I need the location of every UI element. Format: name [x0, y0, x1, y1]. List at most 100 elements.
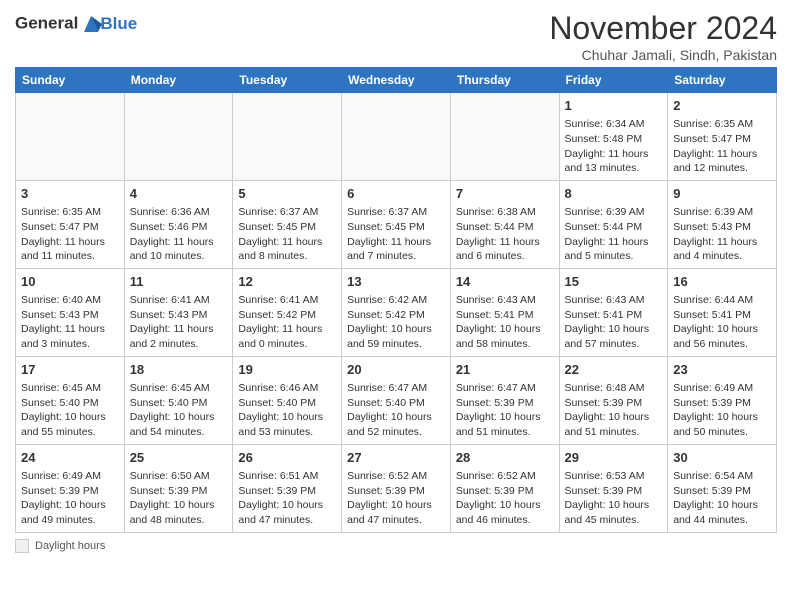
day-info: Sunrise: 6:49 AM: [673, 381, 771, 396]
day-number: 2: [673, 97, 771, 115]
day-info: Sunrise: 6:54 AM: [673, 469, 771, 484]
day-info: Sunrise: 6:36 AM: [130, 205, 228, 220]
calendar-cell: 20Sunrise: 6:47 AMSunset: 5:40 PMDayligh…: [342, 356, 451, 444]
day-number: 12: [238, 273, 336, 291]
day-info: Daylight: 11 hours and 12 minutes.: [673, 147, 771, 176]
title-block: November 2024 Chuhar Jamali, Sindh, Paki…: [549, 10, 777, 63]
day-info: Sunset: 5:39 PM: [673, 484, 771, 499]
logo-general: General: [15, 13, 78, 32]
calendar-cell: 10Sunrise: 6:40 AMSunset: 5:43 PMDayligh…: [16, 268, 125, 356]
day-info: Daylight: 10 hours and 47 minutes.: [347, 498, 445, 527]
day-info: Sunset: 5:43 PM: [130, 308, 228, 323]
calendar-header-row: Sunday Monday Tuesday Wednesday Thursday…: [16, 68, 777, 93]
calendar-cell: [233, 93, 342, 181]
calendar-cell: 22Sunrise: 6:48 AMSunset: 5:39 PMDayligh…: [559, 356, 668, 444]
day-number: 4: [130, 185, 228, 203]
day-number: 30: [673, 449, 771, 467]
day-number: 21: [456, 361, 554, 379]
logo-icon: [80, 14, 102, 34]
day-info: Sunrise: 6:48 AM: [565, 381, 663, 396]
day-number: 29: [565, 449, 663, 467]
logo: General Blue: [15, 14, 137, 34]
day-number: 17: [21, 361, 119, 379]
day-info: Daylight: 10 hours and 55 minutes.: [21, 410, 119, 439]
day-number: 7: [456, 185, 554, 203]
day-info: Daylight: 11 hours and 3 minutes.: [21, 322, 119, 351]
day-number: 24: [21, 449, 119, 467]
day-info: Sunset: 5:39 PM: [456, 396, 554, 411]
day-info: Daylight: 11 hours and 7 minutes.: [347, 235, 445, 264]
day-info: Sunset: 5:45 PM: [347, 220, 445, 235]
calendar-table: Sunday Monday Tuesday Wednesday Thursday…: [15, 67, 777, 533]
day-info: Sunrise: 6:43 AM: [565, 293, 663, 308]
day-number: 5: [238, 185, 336, 203]
legend-box: [15, 539, 29, 553]
calendar-cell: 21Sunrise: 6:47 AMSunset: 5:39 PMDayligh…: [450, 356, 559, 444]
day-number: 11: [130, 273, 228, 291]
day-info: Daylight: 11 hours and 0 minutes.: [238, 322, 336, 351]
day-number: 23: [673, 361, 771, 379]
day-number: 6: [347, 185, 445, 203]
day-info: Sunrise: 6:37 AM: [238, 205, 336, 220]
day-number: 22: [565, 361, 663, 379]
day-info: Sunrise: 6:51 AM: [238, 469, 336, 484]
day-info: Sunset: 5:39 PM: [565, 484, 663, 499]
calendar-cell: 6Sunrise: 6:37 AMSunset: 5:45 PMDaylight…: [342, 180, 451, 268]
day-info: Sunrise: 6:40 AM: [21, 293, 119, 308]
day-info: Sunrise: 6:38 AM: [456, 205, 554, 220]
day-info: Sunset: 5:42 PM: [238, 308, 336, 323]
day-info: Daylight: 10 hours and 51 minutes.: [456, 410, 554, 439]
day-info: Sunrise: 6:34 AM: [565, 117, 663, 132]
day-number: 14: [456, 273, 554, 291]
day-info: Sunset: 5:40 PM: [21, 396, 119, 411]
calendar-cell: [450, 93, 559, 181]
day-number: 9: [673, 185, 771, 203]
day-info: Sunrise: 6:35 AM: [21, 205, 119, 220]
day-info: Sunrise: 6:47 AM: [347, 381, 445, 396]
calendar-cell: 26Sunrise: 6:51 AMSunset: 5:39 PMDayligh…: [233, 444, 342, 532]
day-info: Sunset: 5:39 PM: [565, 396, 663, 411]
calendar-cell: 11Sunrise: 6:41 AMSunset: 5:43 PMDayligh…: [124, 268, 233, 356]
col-sunday: Sunday: [16, 68, 125, 93]
day-info: Sunset: 5:46 PM: [130, 220, 228, 235]
day-info: Daylight: 11 hours and 10 minutes.: [130, 235, 228, 264]
day-number: 10: [21, 273, 119, 291]
col-tuesday: Tuesday: [233, 68, 342, 93]
calendar-cell: 1Sunrise: 6:34 AMSunset: 5:48 PMDaylight…: [559, 93, 668, 181]
day-info: Sunrise: 6:44 AM: [673, 293, 771, 308]
day-info: Sunrise: 6:42 AM: [347, 293, 445, 308]
calendar-cell: [124, 93, 233, 181]
calendar-cell: 2Sunrise: 6:35 AMSunset: 5:47 PMDaylight…: [668, 93, 777, 181]
calendar-week-1: 1Sunrise: 6:34 AMSunset: 5:48 PMDaylight…: [16, 93, 777, 181]
day-info: Sunset: 5:39 PM: [130, 484, 228, 499]
day-info: Sunrise: 6:39 AM: [673, 205, 771, 220]
calendar-cell: 23 Sunrise: 6:49 AMSunset: 5:39 PMDayligh…: [668, 356, 777, 444]
col-saturday: Saturday: [668, 68, 777, 93]
calendar-cell: 30Sunrise: 6:54 AMSunset: 5:39 PMDayligh…: [668, 444, 777, 532]
day-info: Sunrise: 6:52 AM: [456, 469, 554, 484]
day-info: Sunset: 5:47 PM: [21, 220, 119, 235]
calendar-cell: 13Sunrise: 6:42 AMSunset: 5:42 PMDayligh…: [342, 268, 451, 356]
day-number: 28: [456, 449, 554, 467]
location: Chuhar Jamali, Sindh, Pakistan: [549, 47, 777, 63]
day-info: Sunset: 5:39 PM: [347, 484, 445, 499]
day-info: Daylight: 11 hours and 5 minutes.: [565, 235, 663, 264]
calendar-cell: 5Sunrise: 6:37 AMSunset: 5:45 PMDaylight…: [233, 180, 342, 268]
calendar-cell: 15Sunrise: 6:43 AMSunset: 5:41 PMDayligh…: [559, 268, 668, 356]
day-number: 16: [673, 273, 771, 291]
calendar-week-4: 17Sunrise: 6:45 AMSunset: 5:40 PMDayligh…: [16, 356, 777, 444]
day-info: Daylight: 10 hours and 50 minutes.: [673, 410, 771, 439]
calendar-week-2: 3Sunrise: 6:35 AMSunset: 5:47 PMDaylight…: [16, 180, 777, 268]
day-info: Sunset: 5:39 PM: [238, 484, 336, 499]
day-info: Sunrise: 6:50 AM: [130, 469, 228, 484]
day-info: Sunset: 5:39 PM: [673, 396, 771, 411]
day-info: Sunset: 5:40 PM: [347, 396, 445, 411]
day-number: 8: [565, 185, 663, 203]
day-number: 27: [347, 449, 445, 467]
day-info: Daylight: 11 hours and 2 minutes.: [130, 322, 228, 351]
day-info: Sunset: 5:41 PM: [673, 308, 771, 323]
day-info: Sunset: 5:41 PM: [565, 308, 663, 323]
day-info: Sunrise: 6:45 AM: [21, 381, 119, 396]
day-info: Daylight: 11 hours and 11 minutes.: [21, 235, 119, 264]
day-info: Sunrise: 6:43 AM: [456, 293, 554, 308]
